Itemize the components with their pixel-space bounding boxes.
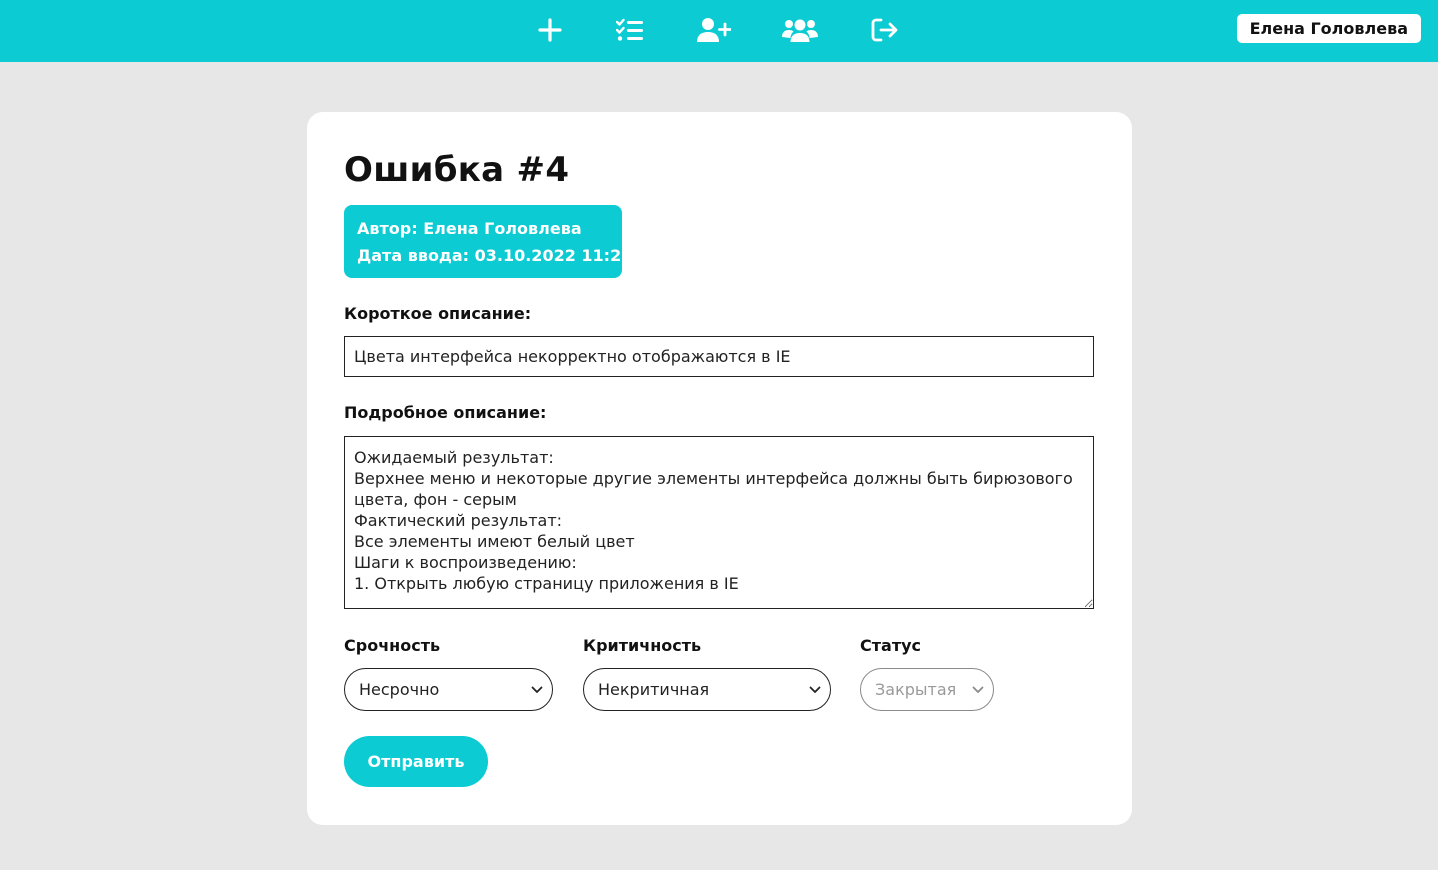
sign-out-icon[interactable] [866, 12, 904, 48]
users-icon[interactable] [781, 12, 819, 48]
bug-meta-badge: Автор: Елена Головлева Дата ввода: 03.10… [344, 205, 633, 278]
criticality-value: Некритичная [598, 680, 710, 699]
status-select: Закрытая [860, 668, 994, 711]
urgency-select[interactable]: Несрочно [344, 668, 553, 711]
long-description-label: Подробное описание: [344, 403, 547, 422]
page-title: Ошибка #4 [344, 150, 570, 190]
chevron-down-icon [809, 686, 821, 693]
bug-edit-card: Ошибка #4 Автор: Елена Головлева Дата вв… [307, 112, 1132, 825]
chevron-down-icon [531, 686, 543, 693]
criticality-select[interactable]: Некритичная [583, 668, 831, 711]
plus-icon[interactable] [531, 12, 569, 48]
current-user-chip[interactable]: Елена Головлева [1236, 14, 1421, 43]
urgency-label: Срочность [344, 636, 441, 655]
criticality-label: Критичность [583, 636, 702, 655]
top-navigation-bar: Елена Головлева [0, 0, 1438, 62]
status-value: Закрытая [875, 680, 957, 699]
short-description-label: Короткое описание: [344, 304, 532, 323]
status-label: Статус [860, 636, 921, 655]
long-description-textarea[interactable]: Ожидаемый результат: Верхнее меню и неко… [344, 436, 1094, 609]
chevron-down-icon [972, 686, 984, 693]
task-list-icon[interactable] [611, 12, 649, 48]
short-description-input[interactable] [344, 336, 1094, 377]
date-line: Дата ввода: 03.10.2022 11:26 [357, 246, 633, 265]
user-add-icon[interactable] [695, 12, 733, 48]
submit-button[interactable]: Отправить [344, 736, 488, 787]
author-line: Автор: Елена Головлева [357, 219, 582, 238]
urgency-value: Несрочно [359, 680, 440, 699]
